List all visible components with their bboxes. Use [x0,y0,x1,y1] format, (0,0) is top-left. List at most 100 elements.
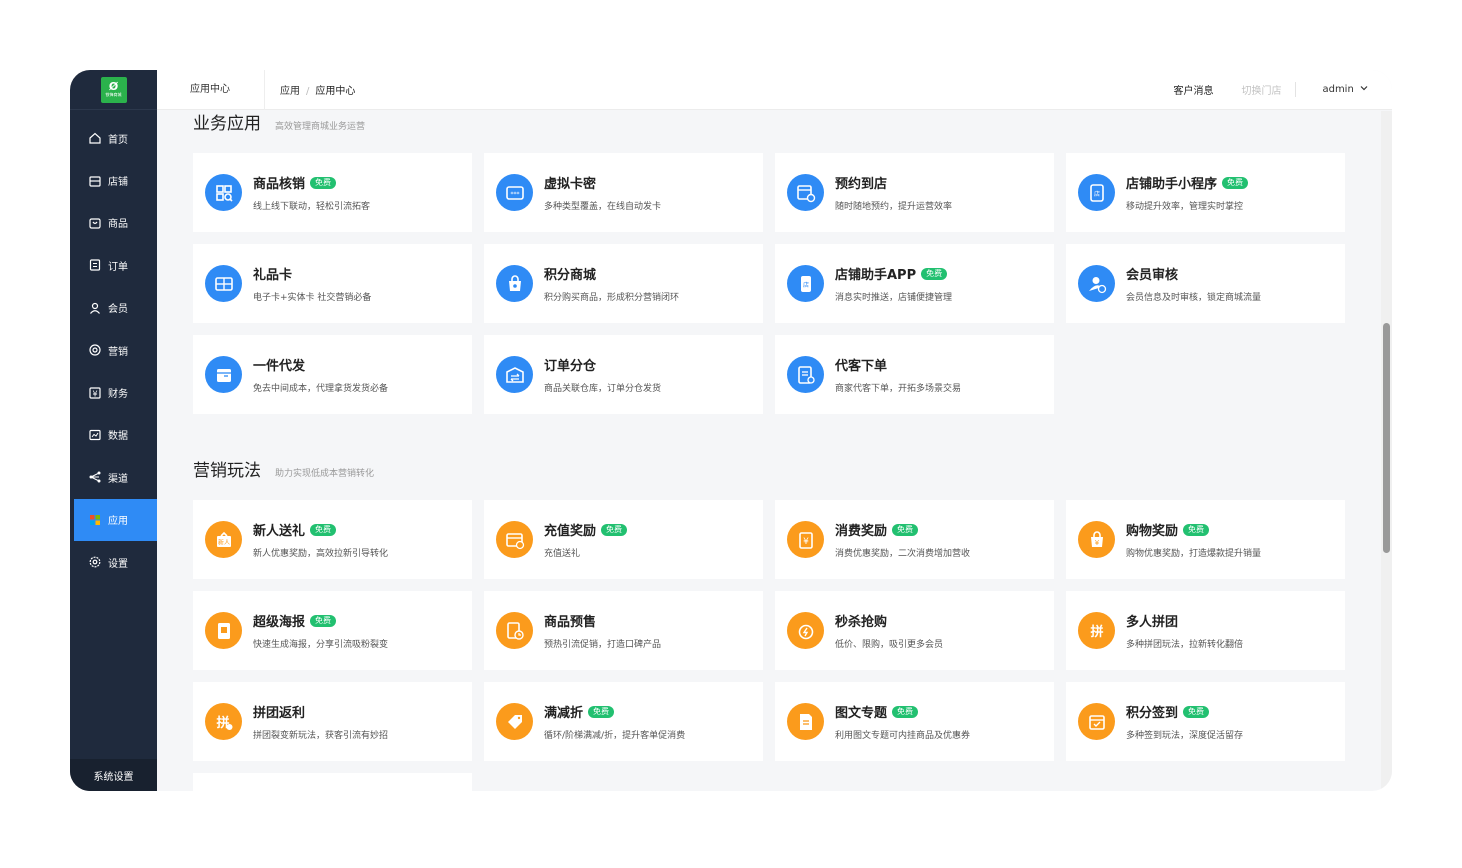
app-card[interactable]: 超级海报 免费 快速生成海报，分享引流吸粉裂变 [193,591,472,670]
app-card[interactable]: 积分商城 积分购买商品，形成积分营销闭环 [484,244,763,323]
sidebar-item-7[interactable]: 数据 [70,414,157,456]
app-card-desc: 新人优惠奖励，高效拉新引导转化 [253,549,389,559]
calendar-clock-icon [787,174,824,211]
free-badge: 免费 [892,705,919,718]
app-card[interactable]: 订单分仓 商品关联仓库，订单分仓发货 [484,335,763,414]
app-card[interactable]: 商品预售预热引流促销，打造口碑产品 [484,591,763,670]
app-card-title-line: 会员审核 [1126,264,1261,283]
svg-text:***: *** [510,191,519,198]
shopping-reward-icon: ¥ [1078,521,1115,558]
app-card-name: 礼品卡 [253,268,293,283]
app-card-desc: 循环/阶梯满减/折，提升客单促消费 [544,731,686,741]
sidebar-item-4[interactable]: 会员 [70,287,157,329]
app-card-title-line: 商品核销 免费 [253,173,370,192]
app-card-text: 充值奖励 免费 充值送礼 [544,520,628,559]
card-partial[interactable] [193,773,472,791]
section-subtitle: 高效管理商城业务运营 [275,122,366,132]
scrollbar-thumb[interactable] [1383,323,1390,553]
group-rebate-icon: 拼 [205,703,242,740]
sidebar-item-2[interactable]: 商品 [70,202,157,244]
sidebar: Ø 铁锋商城 首页 店铺 商品 订单 会员营销 ¥ 财务数据渠道 应用 设置 系统设置 [70,70,157,791]
app-card[interactable]: 预约到店 随时随地预约，提升运营效率 [775,153,1054,232]
app-card[interactable]: 积分签到 免费多种签到玩法，深度促活留存 [1066,682,1345,761]
app-card[interactable]: 会员审核 会员信息及时审核，锁定商城流量 [1066,244,1345,323]
app-card[interactable]: 商品核销 免费 线上线下联动，轻松引流拓客 [193,153,472,232]
app-card-text: 礼品卡 电子卡+实体卡 社交营销必备 [253,264,371,303]
sidebar-item-label: 营销 [108,346,128,358]
app-card-title-line: 多人拼团 [1126,611,1243,630]
app-card-name: 消费奖励 [835,524,888,539]
sidebar-item-9[interactable]: 应用 [74,498,157,541]
app-card-name: 订单分仓 [544,359,597,374]
app-card[interactable]: *** 虚拟卡密多种类型覆盖，在线自动发卡 [484,153,763,232]
sidebar-item-0[interactable]: 首页 [70,117,157,159]
breadcrumb-apps[interactable]: 应用 [280,86,300,97]
section-title: 营销玩法 [193,461,261,481]
app-card-text: 拼团返利 拼团裂变新玩法，获客引流有妙招 [253,702,388,741]
sidebar-item-label: 数据 [108,431,128,443]
app-card-title-line: 代客下单 [835,355,961,374]
app-card[interactable]: ¥ 消费奖励 免费 消费优惠奖励，二次消费增加营收 [775,500,1054,579]
app-card[interactable]: 拼 多人拼团 多种拼团玩法，拉新转化翻倍 [1066,591,1345,670]
customer-messages-link[interactable]: 客户消息 [1173,82,1213,97]
app-card[interactable]: 充值奖励 免费 充值送礼 [484,500,763,579]
app-window: Ø 铁锋商城 首页 店铺 商品 订单 会员 营销 ¥ 财务 数据 渠道 应用 设置 系统设置 应用中心… [70,70,1392,791]
virtual-card-icon: *** [496,174,533,211]
marketing-apps-grid: 新人 新人送礼 免费 新人优惠奖励，高效拉新引导转化 充值奖励 免费 充值送礼 ¥ 消费奖励免费… [193,500,1345,761]
app-card-name: 商品核销 [253,177,306,192]
app-card-title-line: 超级海报 免费 [253,611,388,630]
app-card[interactable]: 代客下单 商家代客下单，开拓多场景交易 [775,335,1054,414]
settings-icon [88,555,102,569]
sidebar-item-5[interactable]: 营销 [70,329,157,371]
free-badge: 免费 [588,705,615,718]
sidebar-item-10[interactable]: 设置 [70,541,157,583]
scrollbar[interactable] [1381,111,1392,791]
app-card[interactable]: ¥ 购物奖励 免费 购物优惠奖励，打造爆款提升销量 [1066,500,1345,579]
brand-logo[interactable]: Ø 铁锋商城 [100,76,127,103]
app-card-text: 满减折 免费 循环/阶梯满减/折，提升客单促消费 [544,702,685,741]
app-card[interactable]: 新人 新人送礼 免费 新人优惠奖励，高效拉新引导转化 [193,500,472,579]
app-card-name: 商品预售 [544,615,597,630]
svg-text:店: 店 [802,281,808,289]
dropship-box-icon [205,356,242,393]
top-bar: 应用中心 应用 / 应用中心 客户消息 切换门店 admin [157,70,1392,110]
app-card-name: 充值奖励 [544,524,597,539]
article-icon [787,703,824,740]
app-card-text: 积分签到 免费多种签到玩法，深度促活留存 [1126,702,1243,741]
app-card[interactable]: 礼品卡 电子卡+实体卡 社交营销必备 [193,244,472,323]
app-card-title-line: 一件代发 [253,355,388,374]
app-card-name: 购物奖励 [1126,524,1179,539]
app-card-text: 虚拟卡密多种类型覆盖，在线自动发卡 [544,173,661,212]
app-card[interactable]: 店 店铺助手APP 免费 消息实时推送，店铺便捷管理 [775,244,1054,323]
svg-text:¥: ¥ [803,537,809,547]
app-card[interactable]: 图文专题 免费 利用图文专题可内挂商品及优惠券 [775,682,1054,761]
app-card-name: 图文专题 [835,706,888,721]
app-card-text: 预约到店 随时随地预约，提升运营效率 [835,173,952,212]
user-menu[interactable]: admin [1322,84,1368,95]
app-card[interactable]: 拼拼团返利 拼团裂变新玩法，获客引流有妙招 [193,682,472,761]
sidebar-item-6[interactable]: ¥ 财务 [70,371,157,413]
app-card-title-line: 积分签到 免费 [1126,702,1243,721]
app-card-text: 积分商城 积分购买商品，形成积分营销闭环 [544,264,679,303]
app-card[interactable]: 满减折 免费 循环/阶梯满减/折，提升客单促消费 [484,682,763,761]
app-card[interactable]: 秒杀抢购 低价、限购，吸引更多会员 [775,591,1054,670]
app-card-name: 虚拟卡密 [544,177,597,192]
app-card-title-line: 店铺助手小程序 免费 [1126,173,1249,192]
phone-app-icon: 店 [787,265,824,302]
logo-text: 铁锋商城 [105,92,122,97]
app-card-name: 代客下单 [835,359,888,374]
app-card-text: 会员审核 会员信息及时审核，锁定商城流量 [1126,264,1261,303]
app-card[interactable]: 店 店铺助手小程序 免费 移动提升效率，管理实时掌控 [1066,153,1345,232]
marketing-icon [88,343,102,357]
sidebar-item-8[interactable]: 渠道 [70,456,157,498]
svg-text:拼: 拼 [1090,624,1103,640]
member-icon [88,301,102,315]
sidebar-item-3[interactable]: 订单 [70,244,157,286]
app-card-desc: 多种签到玩法，深度促活留存 [1126,731,1244,741]
app-card-desc: 多种类型覆盖，在线自动发卡 [544,202,662,212]
switch-store-link[interactable]: 切换门店 [1241,82,1297,97]
app-card-desc: 预热引流促销，打造口碑产品 [544,640,662,650]
app-card[interactable]: 一件代发 免去中间成本，代理拿货发货必备 [193,335,472,414]
system-settings-button[interactable]: 系统设置 [70,759,157,791]
sidebar-item-1[interactable]: 店铺 [70,159,157,201]
